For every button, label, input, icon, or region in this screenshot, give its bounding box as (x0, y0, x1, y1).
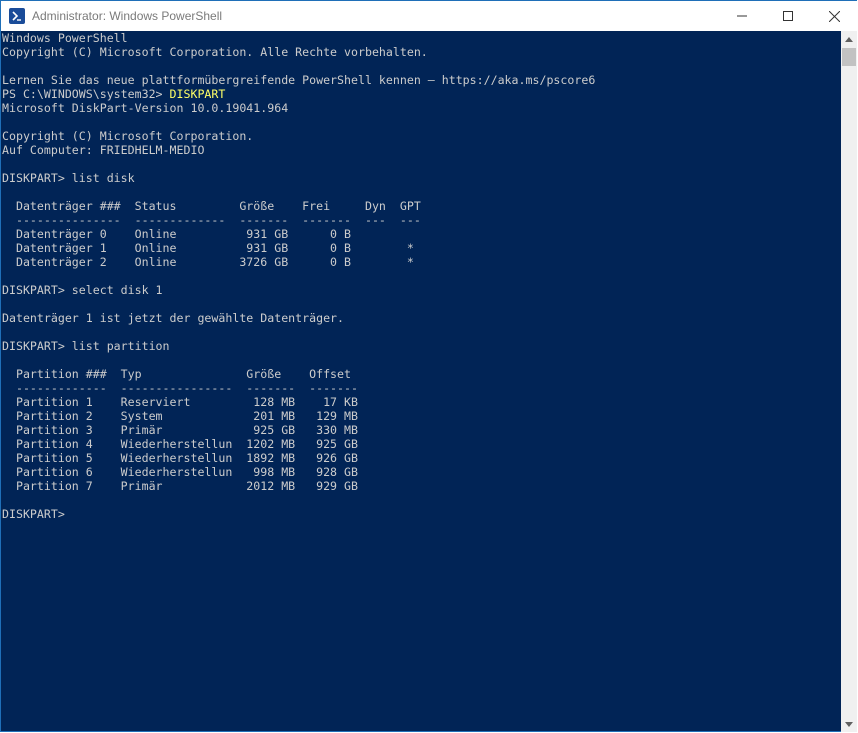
scrollbar-thumb[interactable] (842, 48, 856, 66)
prompt: PS C:\WINDOWS\system32> (2, 87, 170, 101)
vertical-scrollbar[interactable] (841, 31, 857, 732)
scroll-down-arrow-icon (845, 721, 853, 727)
scroll-up-arrow-icon (845, 36, 853, 42)
close-icon (828, 10, 840, 22)
console-output: Microsoft DiskPart-Version 10.0.19041.96… (2, 101, 421, 521)
close-button[interactable] (811, 1, 857, 31)
maximize-button[interactable] (765, 1, 811, 31)
scroll-up-button[interactable] (841, 31, 857, 47)
typed-command: DISKPART (169, 87, 226, 101)
console-text: Windows PowerShell Copyright (C) Microso… (1, 31, 841, 521)
console-area[interactable]: Windows PowerShell Copyright (C) Microso… (1, 31, 841, 731)
powershell-window: Administrator: Windows PowerShell Window… (0, 0, 857, 732)
window-title: Administrator: Windows PowerShell (32, 9, 223, 23)
console-header: Windows PowerShell Copyright (C) Microso… (2, 31, 596, 87)
scroll-down-button[interactable] (841, 716, 857, 732)
powershell-icon[interactable] (9, 8, 25, 24)
title-bar[interactable]: Administrator: Windows PowerShell (1, 1, 857, 31)
minimize-icon (737, 15, 747, 17)
maximize-icon (783, 11, 793, 21)
window-controls (719, 1, 857, 31)
minimize-button[interactable] (719, 1, 765, 31)
